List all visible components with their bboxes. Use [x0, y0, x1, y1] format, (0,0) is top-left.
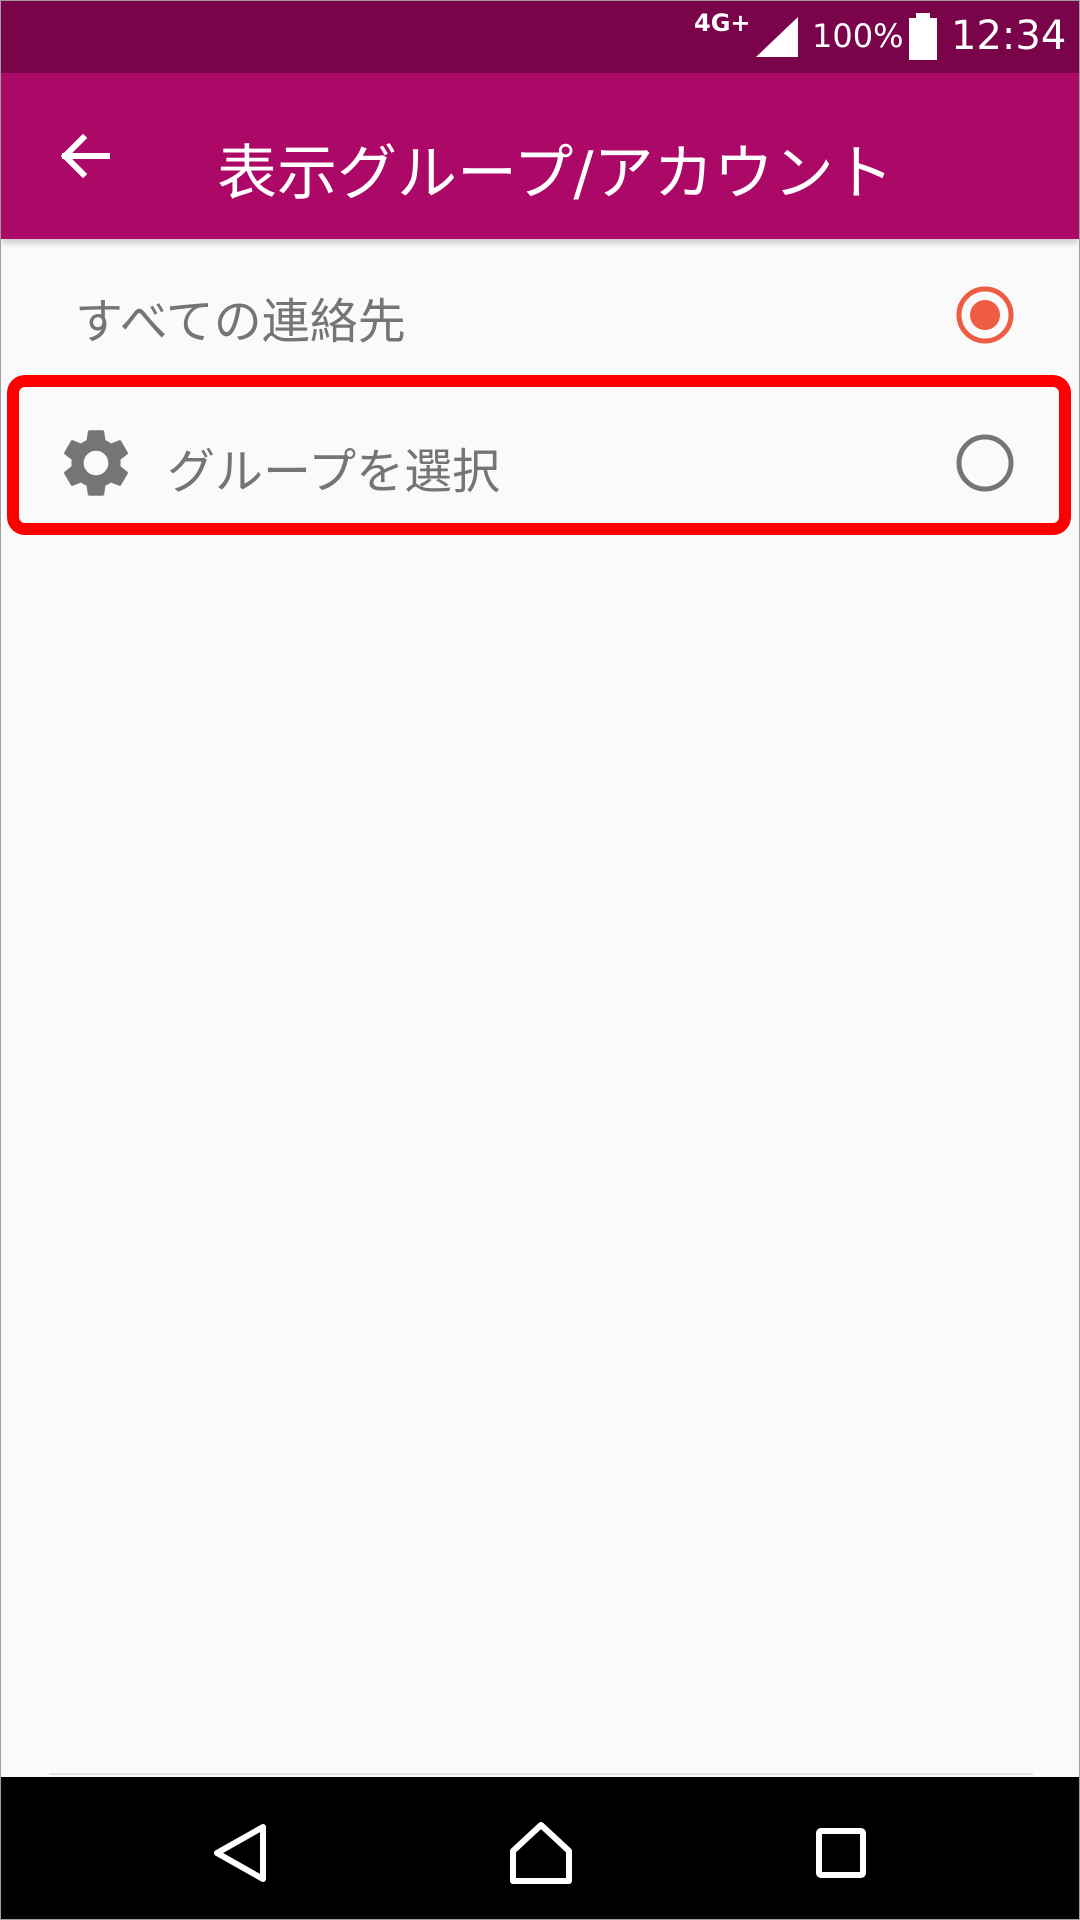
option-select-group[interactable]: グループを選択	[1, 389, 1079, 539]
screen: 4G+ 100% 12:34 表示グループ/アカウント すべての連絡先 グループ…	[0, 0, 1080, 1920]
app-bar: 表示グループ/アカウント	[1, 73, 1079, 239]
option-label: グループを選択	[167, 444, 501, 500]
battery-icon	[909, 13, 937, 60]
radio-selected-icon[interactable]	[955, 285, 1015, 345]
network-type: 4G+	[694, 9, 751, 37]
signal-icon	[756, 17, 798, 57]
divider	[49, 1773, 1033, 1775]
battery-percent: 100%	[812, 17, 904, 55]
status-bar: 4G+ 100% 12:34	[1, 1, 1079, 73]
nav-back-icon[interactable]	[201, 1813, 281, 1893]
back-arrow-icon[interactable]	[55, 126, 115, 186]
gear-icon	[64, 430, 128, 496]
radio-unselected-icon[interactable]	[955, 433, 1015, 493]
page-title: 表示グループ/アカウント	[217, 139, 894, 209]
navigation-bar	[1, 1777, 1079, 1919]
option-label: すべての連絡先	[75, 294, 406, 350]
option-all-contacts[interactable]: すべての連絡先	[1, 239, 1079, 389]
nav-home-icon[interactable]	[501, 1813, 581, 1893]
nav-recents-icon[interactable]	[801, 1813, 881, 1893]
clock: 12:34	[951, 13, 1067, 59]
